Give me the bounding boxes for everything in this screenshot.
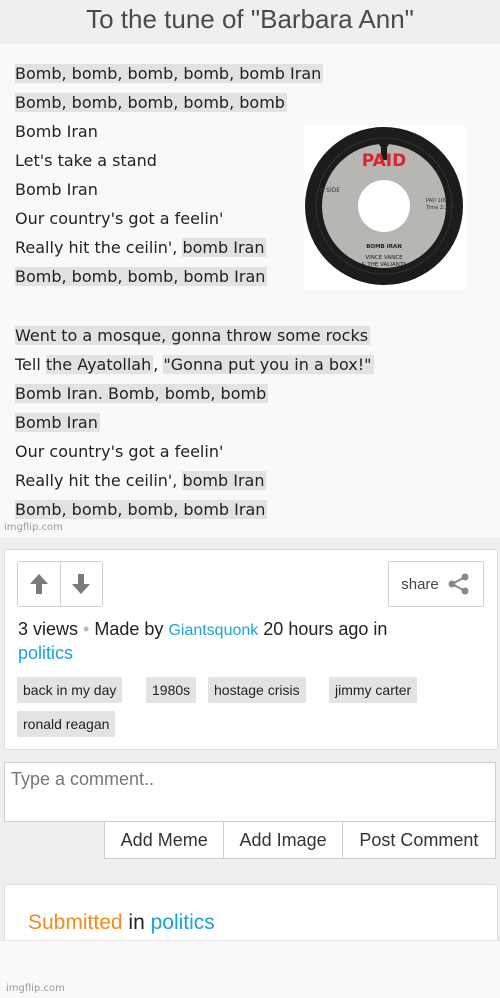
lyric-line: Let's take a stand <box>15 151 157 170</box>
lyric-line: Tell the Ayatollah, "Gonna put you in a … <box>15 355 374 374</box>
post-comment-button[interactable]: Post Comment <box>343 822 495 858</box>
upvote-button[interactable] <box>18 562 61 606</box>
lyric-line: Really hit the ceilin', bomb Iran <box>15 471 267 490</box>
submitted-text: Submitted in politics <box>28 911 215 935</box>
add-image-button[interactable]: Add Image <box>224 822 343 858</box>
post-meta: 3 views • Made by Giantsquonk 20 hours a… <box>18 618 488 664</box>
lyric-line: Bomb Iran. Bomb, bomb, bomb <box>15 384 269 403</box>
lyric-line: Bomb, bomb, bomb, bomb Iran <box>15 267 268 286</box>
view-count: 3 views <box>18 619 79 639</box>
record-catalog: PAD 109 <box>426 198 447 204</box>
add-meme-button[interactable]: Add Meme <box>105 822 225 858</box>
lyric-line: Bomb, bomb, bomb, bomb, bomb <box>15 93 287 112</box>
record-song: BOMB IRAN <box>366 244 402 250</box>
lyric-line: Bomb Iran <box>15 413 100 432</box>
lyric-line: Really hit the ceilin', bomb Iran <box>15 238 267 257</box>
page-title: To the tune of "Barbara Ann" <box>0 0 500 44</box>
submitted-link[interactable]: Submitted <box>28 911 123 934</box>
record-side: A SIDE <box>320 187 340 194</box>
submitted-stream-link[interactable]: politics <box>151 911 215 934</box>
record-label-text: PAID <box>362 151 407 171</box>
footer: imgflip.com <box>0 940 500 998</box>
meme-image: Bomb, bomb, bomb, bomb, bomb Iran Bomb, … <box>0 44 500 538</box>
record-artist-2: & THE VALIANTS <box>361 262 407 268</box>
stream-link[interactable]: politics <box>18 643 73 663</box>
downvote-button[interactable] <box>60 562 102 606</box>
record-image: PAID A SIDE PAD 109 Time 2:23 BOMB IRAN … <box>304 126 467 289</box>
comment-input[interactable] <box>5 763 495 821</box>
lyric-line: Bomb Iran <box>15 180 98 199</box>
lyric-line: Our country's got a feelin' <box>15 442 224 461</box>
share-icon <box>448 573 469 595</box>
lyric-line: Our country's got a feelin' <box>15 209 224 228</box>
vote-group <box>17 561 103 607</box>
arrow-up-icon <box>30 574 48 594</box>
lyric-line: Bomb Iran <box>15 122 98 141</box>
comment-actions: Add Meme Add Image Post Comment <box>104 821 496 859</box>
post-time: 20 hours ago in <box>263 619 388 639</box>
lyric-line: Bomb, bomb, bomb, bomb Iran <box>15 500 268 519</box>
watermark: imgflip.com <box>4 522 63 533</box>
comment-box <box>4 762 496 822</box>
tag[interactable]: hostage crisis <box>208 677 306 703</box>
separator-dot: • <box>83 619 90 639</box>
made-by-label: Made by <box>94 619 164 639</box>
author-link[interactable]: Giantsquonk <box>168 622 258 639</box>
footer-watermark: imgflip.com <box>6 983 65 994</box>
tag[interactable]: 1980s <box>146 677 197 703</box>
submitted-card: Submitted in politics <box>4 884 498 945</box>
post-info-card: share 3 views • Made by Giantsquonk 20 h… <box>4 549 498 750</box>
tag[interactable]: jimmy carter <box>329 677 418 703</box>
tag[interactable]: back in my day <box>17 677 123 703</box>
record-artist-1: VINCE VANCE <box>365 255 403 261</box>
arrow-down-icon <box>72 574 90 594</box>
record-time: Time 2:23 <box>425 205 451 211</box>
lyric-line: Bomb, bomb, bomb, bomb, bomb Iran <box>15 64 324 83</box>
submitted-in: in <box>128 911 145 934</box>
tag[interactable]: ronald reagan <box>17 711 116 737</box>
share-button[interactable]: share <box>388 561 484 607</box>
share-label: share <box>401 575 439 593</box>
lyric-line: Went to a mosque, gonna throw some rocks <box>15 326 371 345</box>
